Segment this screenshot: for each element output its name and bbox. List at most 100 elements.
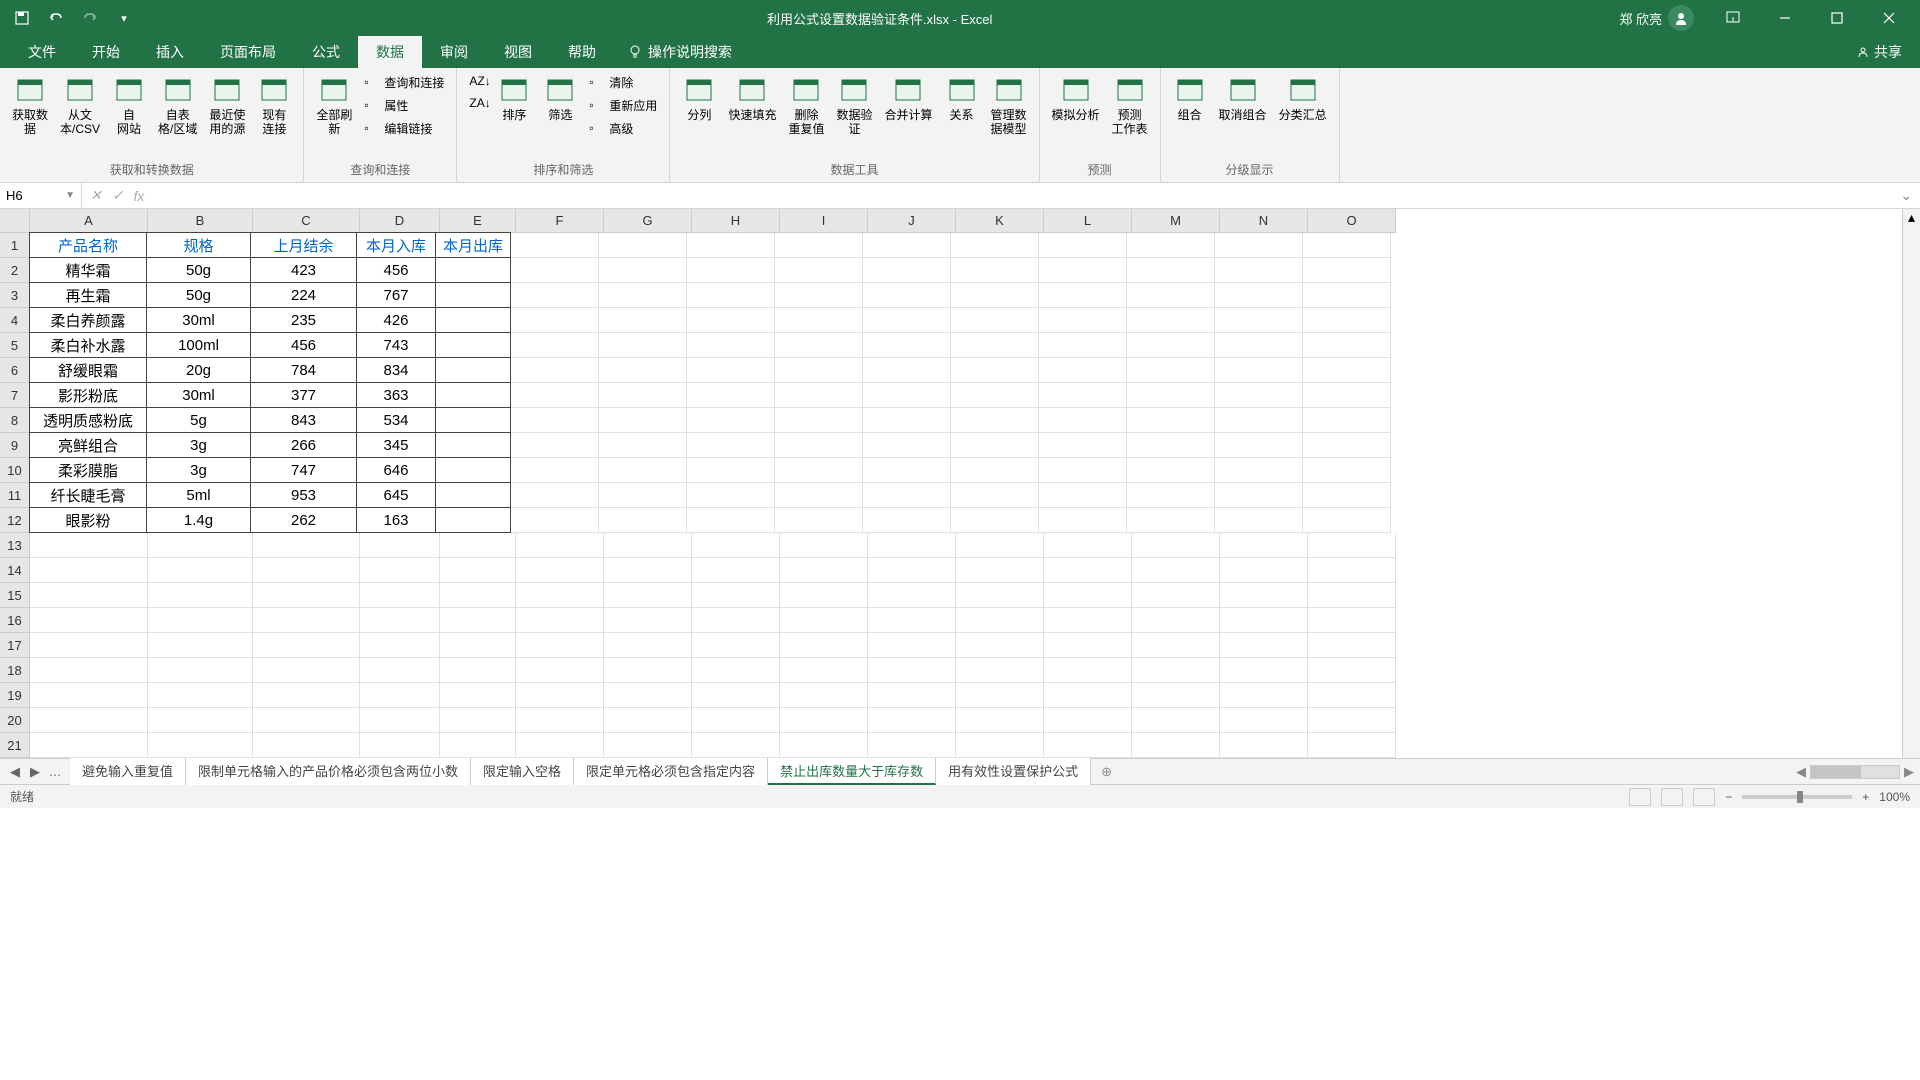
add-sheet-button[interactable]: ⊕	[1091, 761, 1122, 783]
row-header-15[interactable]: 15	[0, 583, 30, 608]
cell-J21[interactable]	[868, 733, 956, 758]
cell-D14[interactable]	[360, 558, 440, 583]
cell-K18[interactable]	[956, 658, 1044, 683]
cell-O17[interactable]	[1308, 633, 1396, 658]
cell-N5[interactable]	[1215, 333, 1303, 358]
cell-M12[interactable]	[1127, 508, 1215, 533]
cell-K6[interactable]	[951, 358, 1039, 383]
row-header-6[interactable]: 6	[0, 358, 30, 383]
cell-M10[interactable]	[1127, 458, 1215, 483]
cell-I16[interactable]	[780, 608, 868, 633]
cell-H20[interactable]	[692, 708, 780, 733]
share-button[interactable]: 共享	[1838, 36, 1920, 68]
cell-L16[interactable]	[1044, 608, 1132, 633]
sheet-tab[interactable]: 避免输入重复值	[70, 758, 186, 785]
cell-D15[interactable]	[360, 583, 440, 608]
column-header-O[interactable]: O	[1308, 209, 1396, 233]
column-header-N[interactable]: N	[1220, 209, 1308, 233]
cell-E15[interactable]	[440, 583, 516, 608]
cell-N8[interactable]	[1215, 408, 1303, 433]
cell-A19[interactable]	[30, 683, 148, 708]
cell-C4[interactable]: 235	[250, 307, 357, 333]
cell-O7[interactable]	[1303, 383, 1391, 408]
cell-E1[interactable]: 本月出库	[435, 232, 511, 258]
cell-K21[interactable]	[956, 733, 1044, 758]
cell-H4[interactable]	[687, 308, 775, 333]
cell-J4[interactable]	[863, 308, 951, 333]
cell-K17[interactable]	[956, 633, 1044, 658]
cell-E4[interactable]	[435, 307, 511, 333]
ribbon-button[interactable]: 从文本/CSV	[56, 72, 104, 138]
cell-B8[interactable]: 5g	[146, 407, 251, 433]
cell-N21[interactable]	[1220, 733, 1308, 758]
cell-H19[interactable]	[692, 683, 780, 708]
cell-A5[interactable]: 柔白补水露	[29, 332, 147, 358]
ribbon-button[interactable]: 最近使用的源	[205, 72, 249, 138]
cell-G16[interactable]	[604, 608, 692, 633]
cell-I6[interactable]	[775, 358, 863, 383]
cell-C5[interactable]: 456	[250, 332, 357, 358]
cell-K20[interactable]	[956, 708, 1044, 733]
cell-K11[interactable]	[951, 483, 1039, 508]
row-header-17[interactable]: 17	[0, 633, 30, 658]
cell-H18[interactable]	[692, 658, 780, 683]
enter-formula-icon[interactable]: ✓	[112, 187, 124, 204]
column-header-G[interactable]: G	[604, 209, 692, 233]
cell-I9[interactable]	[775, 433, 863, 458]
cell-G1[interactable]	[599, 233, 687, 258]
cell-H2[interactable]	[687, 258, 775, 283]
cell-G11[interactable]	[599, 483, 687, 508]
cell-A4[interactable]: 柔白养颜露	[29, 307, 147, 333]
cell-B10[interactable]: 3g	[146, 457, 251, 483]
ribbon-button[interactable]: 关系	[941, 72, 983, 124]
cell-D18[interactable]	[360, 658, 440, 683]
cell-L8[interactable]	[1039, 408, 1127, 433]
cell-C13[interactable]	[253, 533, 360, 558]
cell-C7[interactable]: 377	[250, 382, 357, 408]
row-header-3[interactable]: 3	[0, 283, 30, 308]
cell-L21[interactable]	[1044, 733, 1132, 758]
cell-M14[interactable]	[1132, 558, 1220, 583]
column-header-B[interactable]: B	[148, 209, 253, 233]
cell-A10[interactable]: 柔彩膜脂	[29, 457, 147, 483]
column-header-D[interactable]: D	[360, 209, 440, 233]
ribbon-button[interactable]: 管理数据模型	[987, 72, 1031, 138]
formula-bar-expand-icon[interactable]: ⌄	[1892, 187, 1920, 204]
cell-K19[interactable]	[956, 683, 1044, 708]
ribbon-button[interactable]: 获取数据	[8, 72, 52, 138]
cell-J20[interactable]	[868, 708, 956, 733]
row-header-7[interactable]: 7	[0, 383, 30, 408]
cell-K16[interactable]	[956, 608, 1044, 633]
cell-H3[interactable]	[687, 283, 775, 308]
undo-button[interactable]	[40, 4, 72, 32]
cell-G17[interactable]	[604, 633, 692, 658]
cell-G12[interactable]	[599, 508, 687, 533]
cell-F2[interactable]	[511, 258, 599, 283]
cell-O5[interactable]	[1303, 333, 1391, 358]
tab-文件[interactable]: 文件	[10, 36, 74, 68]
cell-D12[interactable]: 163	[356, 507, 436, 533]
cell-K3[interactable]	[951, 283, 1039, 308]
ribbon-button[interactable]: 删除重复值	[784, 72, 828, 138]
cell-G15[interactable]	[604, 583, 692, 608]
cell-D21[interactable]	[360, 733, 440, 758]
cell-K12[interactable]	[951, 508, 1039, 533]
cell-J19[interactable]	[868, 683, 956, 708]
cell-B20[interactable]	[148, 708, 253, 733]
cell-E19[interactable]	[440, 683, 516, 708]
normal-view-button[interactable]	[1629, 788, 1651, 806]
cell-H14[interactable]	[692, 558, 780, 583]
cell-L14[interactable]	[1044, 558, 1132, 583]
cell-C20[interactable]	[253, 708, 360, 733]
cell-H5[interactable]	[687, 333, 775, 358]
cell-L6[interactable]	[1039, 358, 1127, 383]
sheet-nav-prev[interactable]: ◀	[6, 764, 24, 780]
cell-M8[interactable]	[1127, 408, 1215, 433]
sheet-nav-more[interactable]: …	[46, 764, 64, 780]
maximize-button[interactable]	[1814, 0, 1860, 36]
cell-I18[interactable]	[780, 658, 868, 683]
ribbon-small-button[interactable]: ▫属性	[360, 95, 448, 116]
cell-L19[interactable]	[1044, 683, 1132, 708]
cell-E13[interactable]	[440, 533, 516, 558]
ribbon-button[interactable]: 现有连接	[253, 72, 295, 138]
